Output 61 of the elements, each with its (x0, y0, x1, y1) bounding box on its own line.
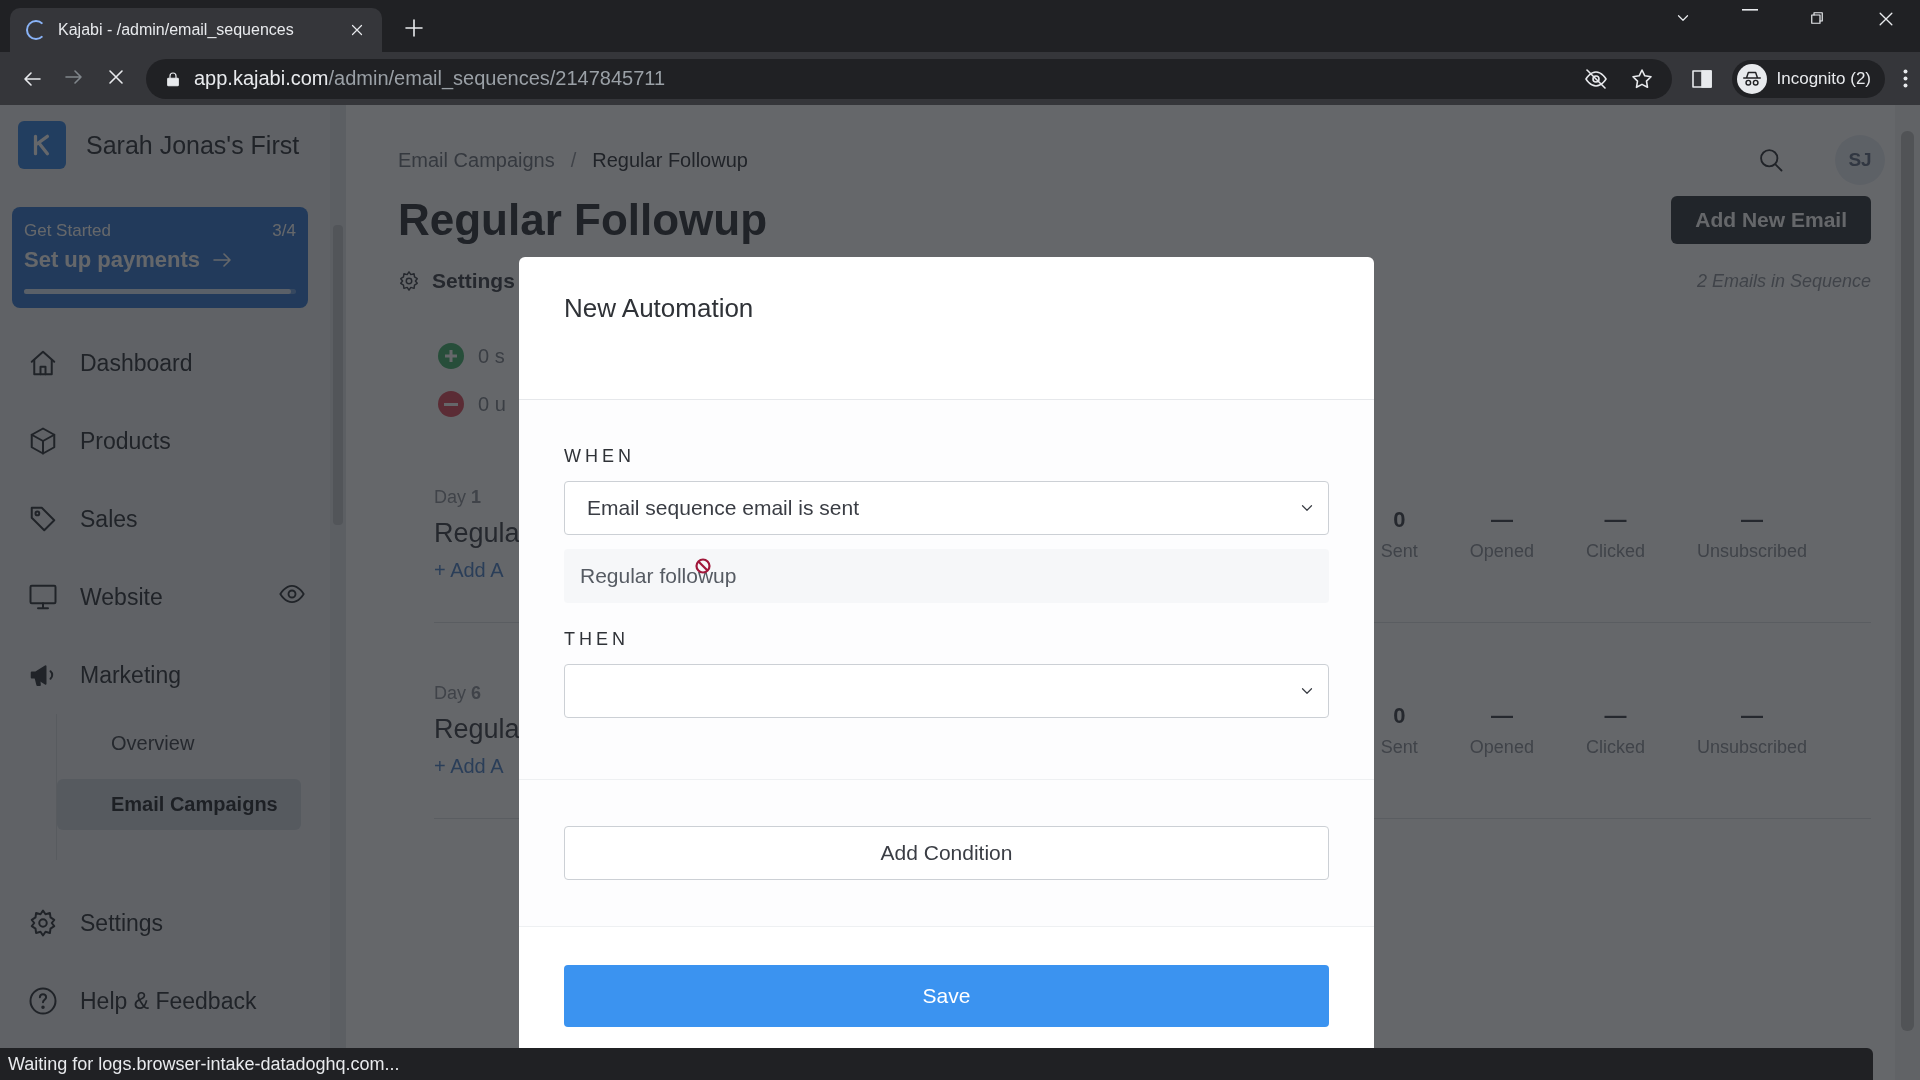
save-button[interactable]: Save (564, 965, 1329, 1027)
email-title[interactable]: Regula (434, 518, 520, 549)
nav-item[interactable]: Settings (12, 884, 330, 962)
stat-value: — (1604, 507, 1627, 533)
card-action: Set up payments (24, 247, 201, 273)
lock-icon (164, 69, 182, 88)
restore-icon (1808, 9, 1826, 27)
site-logo[interactable] (18, 121, 66, 169)
address-bar[interactable]: app.kajabi.com/admin/email_sequences/2147845711 (146, 58, 1672, 99)
plus-circle-icon (438, 343, 464, 369)
tag-icon (28, 504, 58, 534)
page-title: Regular Followup (398, 195, 768, 245)
add-link[interactable]: + Add A (434, 755, 520, 778)
minus-circle-icon (438, 391, 464, 417)
nav-item[interactable]: Dashboard (12, 324, 330, 402)
settings-link[interactable]: Settings (398, 269, 515, 293)
stat-value: 0 (1393, 507, 1406, 533)
stat-value: — (1740, 507, 1763, 533)
star-icon (1629, 66, 1654, 91)
add-condition-button[interactable]: Add Condition (564, 826, 1329, 880)
action-dropdown[interactable] (564, 664, 1329, 718)
get-started-card[interactable]: Get Started 3/4 Set up payments (12, 207, 308, 308)
email-title[interactable]: Regula (434, 714, 520, 745)
breadcrumb-link[interactable]: Regular Followup (592, 148, 748, 172)
minimize-icon (1742, 9, 1758, 11)
nav-item[interactable]: Sales (12, 480, 330, 558)
eye-off-icon (1583, 66, 1608, 91)
nav-subitem[interactable]: Email Campaigns (57, 779, 301, 830)
nav-item[interactable]: Help & Feedback (12, 962, 330, 1040)
house-icon (28, 348, 58, 378)
browser-tab[interactable]: Kajabi - /admin/email_sequences (10, 8, 382, 52)
plus-icon (402, 16, 426, 40)
dialog-title: New Automation (564, 293, 755, 324)
page-scrollbar[interactable] (1895, 105, 1920, 1080)
add-link[interactable]: + Add A (434, 559, 520, 582)
cube-icon (28, 426, 58, 456)
stat-value: — (1740, 703, 1763, 729)
status-bar: Waiting for logs.browser-intake-datadoghq.com... (0, 1048, 1873, 1080)
gear-icon (398, 270, 420, 292)
nav-item[interactable]: Marketing (12, 636, 330, 714)
monitor-icon (28, 582, 58, 612)
profile-button[interactable]: Incognito (2) (1731, 59, 1885, 98)
nav-subitem[interactable]: Overview (57, 718, 301, 769)
site-name: Sarah Jonas's First (86, 130, 300, 160)
card-label: Get Started (24, 221, 111, 241)
stat-value: 0 (1393, 703, 1406, 729)
progress-count: 3/4 (272, 221, 296, 241)
nav-item[interactable]: Products (12, 402, 330, 480)
stat-value: — (1604, 703, 1627, 729)
kebab-menu-icon[interactable] (1903, 69, 1908, 88)
field-label: WHEN (564, 446, 636, 467)
breadcrumb-separator: / (570, 148, 577, 172)
trigger-dropdown[interactable]: Email sequence email is sent (564, 481, 1329, 535)
stat-value: — (1490, 703, 1513, 729)
field-label: THEN (564, 629, 630, 650)
stat-value: — (1490, 507, 1513, 533)
gear-icon (28, 908, 58, 938)
nav-item[interactable]: Website (12, 558, 330, 636)
add-new-email-button[interactable]: Add New Email (1671, 196, 1871, 244)
search-icon (1757, 146, 1785, 174)
question-icon (28, 986, 58, 1016)
